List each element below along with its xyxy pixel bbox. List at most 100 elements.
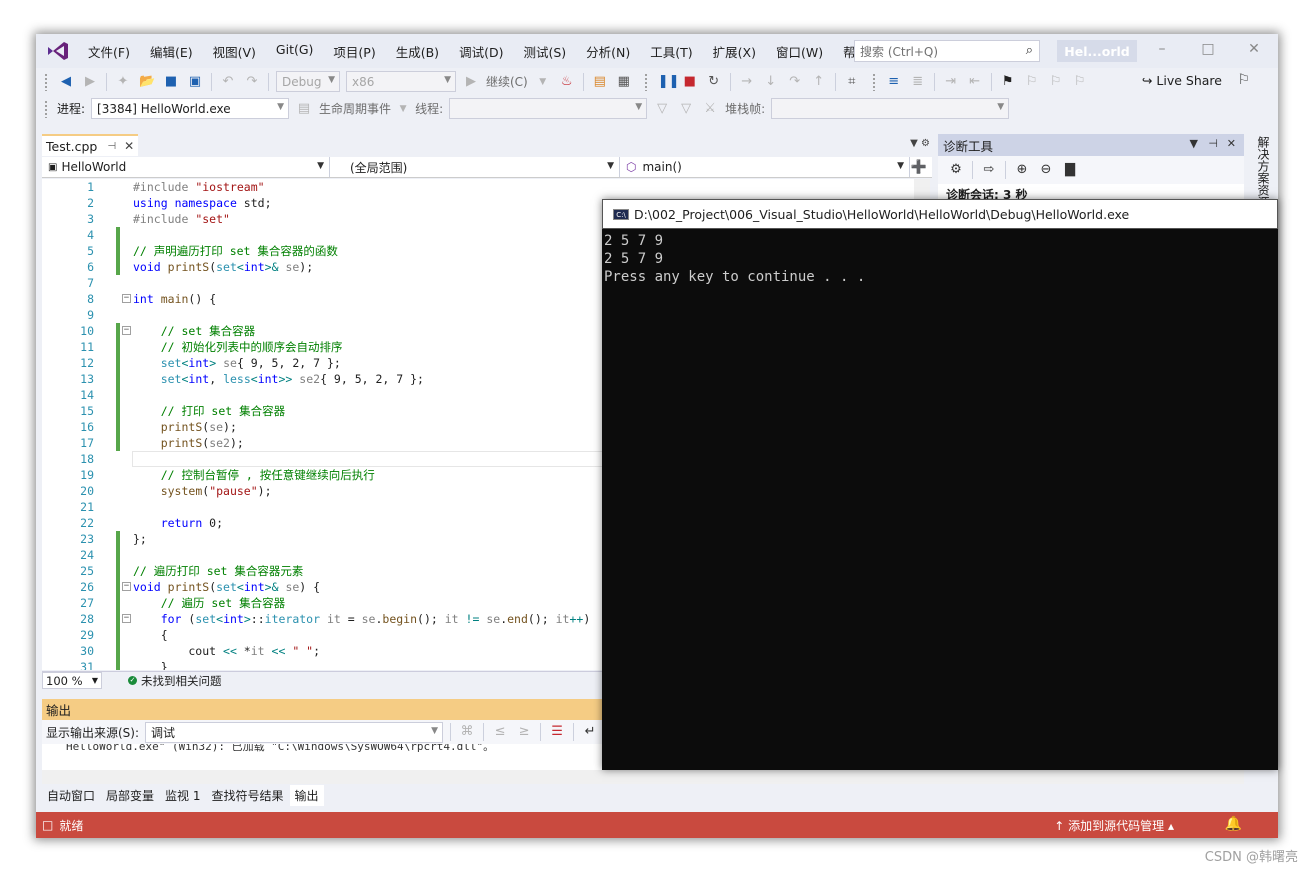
- step-over-icon[interactable]: ↷: [787, 73, 803, 91]
- line-number: 14: [80, 388, 94, 402]
- thread-select[interactable]: ▼: [449, 98, 648, 119]
- menu-item[interactable]: 视图(V): [203, 42, 266, 61]
- stack-frame-select[interactable]: ▼: [771, 98, 1010, 119]
- app-insights-icon[interactable]: ▤: [592, 73, 608, 91]
- change-marker: [116, 611, 120, 627]
- continue-button[interactable]: 继续(C): [486, 73, 528, 90]
- open-folder-icon[interactable]: 📂: [139, 73, 155, 91]
- minimize-icon[interactable]: –: [1152, 41, 1172, 57]
- bottom-tab[interactable]: 监视 1: [160, 785, 205, 806]
- clear-all-icon[interactable]: ☰: [549, 723, 565, 741]
- issues-indicator[interactable]: ✓ 未找到相关问题: [128, 673, 222, 689]
- menu-item[interactable]: 分析(N): [576, 42, 640, 61]
- hex-display-icon[interactable]: ⌗: [844, 73, 860, 91]
- menu-item[interactable]: 调试(D): [449, 42, 513, 61]
- code-line[interactable]: 1 #include "iostream": [42, 179, 930, 195]
- panel-pin-icon[interactable]: ⊣: [1208, 137, 1218, 150]
- split-editor-icon[interactable]: ➕: [910, 157, 928, 177]
- zoom-out-icon[interactable]: ⊖: [1038, 161, 1054, 179]
- bottom-tab[interactable]: 输出: [289, 784, 324, 806]
- menu-item[interactable]: 测试(S): [513, 42, 576, 61]
- scope-select[interactable]: (全局范围) ▼: [330, 157, 620, 177]
- lifecycle-events-button[interactable]: 生命周期事件: [319, 100, 391, 117]
- menu-item[interactable]: 工具(T): [640, 42, 702, 61]
- restart-icon[interactable]: ↻: [706, 73, 722, 91]
- save-all-icon[interactable]: ▣: [187, 73, 203, 91]
- panel-dropdown-icon[interactable]: ▼: [1190, 137, 1198, 150]
- menu-item[interactable]: 文件(F): [78, 42, 140, 61]
- find-message-icon[interactable]: ⌘: [459, 723, 475, 741]
- platform-select[interactable]: x86 ▼: [346, 71, 456, 92]
- bottom-tab[interactable]: 局部变量: [101, 785, 159, 806]
- feedback-icon[interactable]: ⚐: [1237, 72, 1250, 88]
- redo-icon[interactable]: ↷: [244, 73, 260, 91]
- tab-list-dropdown-icon[interactable]: ▼ ⚙: [910, 138, 930, 149]
- save-icon[interactable]: ■: [163, 73, 179, 91]
- comment-icon[interactable]: ≡: [886, 73, 902, 91]
- collapse-toggle-icon[interactable]: −: [122, 614, 131, 623]
- next-message-icon[interactable]: ≥: [516, 723, 532, 741]
- flag-threads-icon[interactable]: ⚔: [702, 100, 718, 118]
- panel-close-icon[interactable]: ✕: [1227, 137, 1236, 150]
- show-next-statement-icon[interactable]: →: [739, 73, 755, 91]
- filter-icon[interactable]: ▽: [654, 100, 670, 118]
- menu-item[interactable]: 窗口(W): [766, 42, 833, 61]
- prev-bookmark-icon[interactable]: ⚐: [1024, 73, 1040, 91]
- new-item-icon[interactable]: ✦: [115, 73, 131, 91]
- word-wrap-icon[interactable]: ↵: [582, 723, 598, 741]
- next-bookmark-icon[interactable]: ⚐: [1048, 73, 1064, 91]
- pin-icon[interactable]: ⊣: [107, 141, 116, 152]
- step-out-icon[interactable]: ↑: [811, 73, 827, 91]
- member-select[interactable]: ⬡ main() ▼: [620, 157, 910, 177]
- console-title-bar[interactable]: C:\ D:\002_Project\006_Visual_Studio\Hel…: [602, 199, 1278, 229]
- undo-icon[interactable]: ↶: [220, 73, 236, 91]
- collapse-toggle-icon[interactable]: −: [122, 582, 131, 591]
- maximize-icon[interactable]: □: [1198, 41, 1218, 57]
- menu-item[interactable]: 项目(P): [323, 42, 385, 61]
- stop-icon[interactable]: ■: [682, 73, 698, 91]
- collapse-toggle-icon[interactable]: −: [122, 294, 131, 303]
- console-window[interactable]: C:\ D:\002_Project\006_Visual_Studio\Hel…: [602, 199, 1278, 770]
- pause-icon[interactable]: ❚❚: [658, 73, 680, 91]
- indent-icon[interactable]: ⇥: [943, 73, 959, 91]
- tab-close-icon[interactable]: ✕: [124, 139, 134, 153]
- add-to-source-control-button[interactable]: ↑ 添加到源代码管理 ▴: [1054, 817, 1174, 834]
- close-icon[interactable]: ✕: [1244, 41, 1264, 57]
- live-share-button[interactable]: ↪ Live Share: [1142, 73, 1222, 88]
- uncomment-icon[interactable]: ≣: [910, 73, 926, 91]
- clear-bookmarks-icon[interactable]: ⚐: [1072, 73, 1088, 91]
- menu-item[interactable]: Git(G): [266, 42, 324, 61]
- configuration-select[interactable]: Debug ▼: [276, 71, 340, 92]
- lifecycle-dropdown-icon[interactable]: ▼: [398, 100, 408, 118]
- menu-item[interactable]: 编辑(E): [140, 42, 203, 61]
- output-horizontal-scrollbar[interactable]: [42, 770, 1244, 784]
- screenshot-icon[interactable]: ▦: [616, 73, 632, 91]
- zoom-select[interactable]: 100 % ▼: [42, 672, 102, 689]
- notification-bell-icon[interactable]: 🔔: [1225, 816, 1242, 832]
- prev-message-icon[interactable]: ≤: [492, 723, 508, 741]
- lifecycle-icon[interactable]: ▤: [296, 100, 312, 118]
- zoom-in-icon[interactable]: ⊕: [1014, 161, 1030, 179]
- chart-icon[interactable]: ▇: [1062, 161, 1078, 179]
- menu-item[interactable]: 扩展(X): [703, 42, 766, 61]
- output-source-select[interactable]: 调试 ▼: [145, 721, 444, 743]
- bookmark-icon[interactable]: ⚑: [1000, 73, 1016, 91]
- forward-icon[interactable]: ▶: [82, 73, 98, 91]
- filter-clear-icon[interactable]: ▽: [678, 100, 694, 118]
- continue-dropdown-icon[interactable]: ▼: [535, 73, 551, 91]
- collapse-toggle-icon[interactable]: −: [122, 326, 131, 335]
- bottom-tab[interactable]: 查找符号结果: [206, 785, 288, 806]
- project-select[interactable]: ▣ HelloWorld ▼: [42, 157, 330, 177]
- bottom-tab[interactable]: 自动窗口: [42, 785, 100, 806]
- outdent-icon[interactable]: ⇤: [967, 73, 983, 91]
- back-icon[interactable]: ◀: [58, 73, 74, 91]
- settings-gear-icon[interactable]: ⚙: [948, 161, 964, 179]
- export-icon[interactable]: ⇨: [981, 161, 997, 179]
- menu-item[interactable]: 生成(B): [386, 42, 449, 61]
- step-into-icon[interactable]: ↓: [763, 73, 779, 91]
- tab-test-cpp[interactable]: Test.cpp ⊣ ✕: [42, 134, 138, 156]
- hot-reload-icon[interactable]: ♨: [559, 73, 575, 91]
- process-select[interactable]: [3384] HelloWorld.exe ▼: [91, 98, 290, 119]
- continue-icon[interactable]: ▶: [463, 73, 479, 91]
- search-input[interactable]: 搜索 (Ctrl+Q) ⌕: [854, 40, 1040, 62]
